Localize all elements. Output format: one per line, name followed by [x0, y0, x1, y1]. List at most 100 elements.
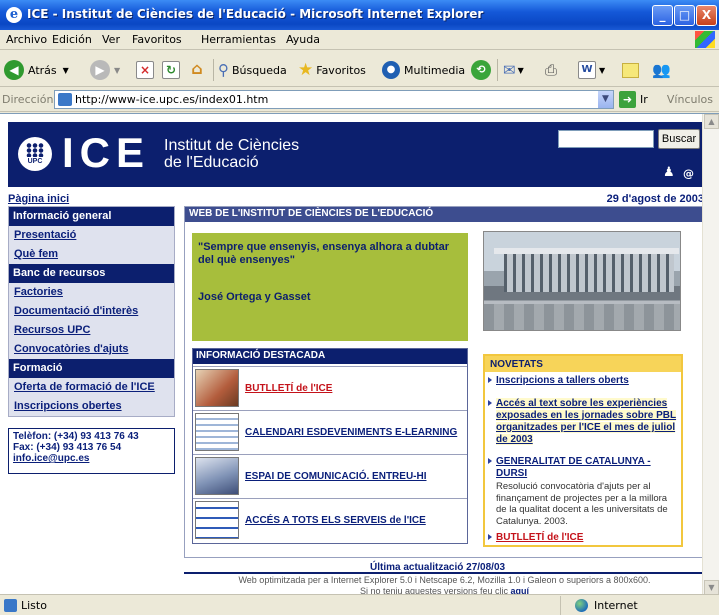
multimedia-button[interactable]: ● Multimedia — [382, 59, 465, 81]
ie-logo-icon: e — [6, 7, 22, 23]
nav-item-que-fem[interactable]: Què fem — [9, 245, 174, 264]
featured-link-espai[interactable]: ESPAI DE COMUNICACIÓ. ENTREU-HI — [245, 471, 427, 482]
forward-button[interactable]: ▶ ▼ — [90, 59, 120, 81]
news-item[interactable]: Accés al text sobre les experiències exp… — [485, 395, 681, 448]
messenger-icon: 👥 — [652, 61, 671, 79]
bulletin-thumbnail — [195, 369, 239, 407]
mail-button[interactable]: ✉ ▼ — [503, 59, 524, 81]
chevron-down-icon: ▼ — [114, 65, 121, 75]
toolbar-separator — [497, 59, 498, 81]
favorites-label: Favoritos — [316, 63, 366, 77]
go-button[interactable]: ➜ Ir — [619, 91, 648, 108]
go-arrow-icon: ➜ — [619, 91, 636, 108]
news-link-inscripcions[interactable]: Inscripcions a tallers oberts — [496, 375, 629, 386]
featured-link-calendari[interactable]: CALENDARI ESDEVENIMENTS E-LEARNING — [245, 427, 457, 438]
minimize-button[interactable]: _ — [652, 5, 673, 26]
nav-item-convocatories[interactable]: Convocatòries d'ajuts — [9, 340, 174, 359]
quote-text: "Sempre que ensenyis, ensenya alhora a d… — [198, 241, 449, 266]
maximize-button[interactable]: □ — [674, 5, 695, 26]
featured-row[interactable]: CALENDARI ESDEVENIMENTS E-LEARNING — [193, 410, 467, 454]
vertical-scrollbar[interactable]: ▲ ▼ — [702, 114, 719, 594]
contact-phone: Telèfon: (+34) 93 413 76 43 — [13, 431, 139, 442]
scroll-up-button[interactable]: ▲ — [704, 114, 719, 129]
ice-logo[interactable]: ICE — [62, 132, 150, 174]
menu-ver[interactable]: Ver — [102, 33, 120, 46]
bullet-triangle-icon — [488, 534, 492, 540]
compat-here-link[interactable]: aquí — [511, 586, 530, 594]
footer-divider — [184, 572, 704, 574]
address-input[interactable]: http://www-ice.upc.es/index01.htm ▼ — [54, 90, 614, 109]
discuss-button[interactable] — [622, 59, 639, 81]
menu-bar: Archivo Edición Ver Favoritos Herramient… — [0, 30, 719, 50]
favorites-button[interactable]: ★ Favoritos — [298, 59, 366, 81]
menu-archivo[interactable]: Archivo — [6, 33, 47, 46]
news-link-butlleti[interactable]: BUTLLETÍ de l'ICE — [496, 532, 583, 543]
address-bar: Dirección http://www-ice.upc.es/index01.… — [0, 88, 719, 112]
nav-item-factories[interactable]: Factories — [9, 283, 174, 302]
search-icon: ⚲ — [218, 61, 229, 79]
featured-row[interactable]: BUTLLETÍ de l'ICE — [193, 366, 467, 410]
edit-button[interactable]: W ▼ — [578, 59, 605, 81]
bullet-triangle-icon — [488, 377, 492, 383]
institute-name: Institut de Ciències de l'Educació — [164, 137, 299, 171]
news-link-dursi[interactable]: GENERALITAT DE CATALUNYA - DURSI — [496, 456, 651, 479]
search-label: Búsqueda — [232, 63, 287, 77]
chevron-down-icon: ▼ — [599, 65, 606, 75]
back-arrow-icon: ◀ — [4, 60, 24, 80]
star-icon: ★ — [298, 60, 314, 80]
history-button[interactable]: ⟲ — [471, 59, 495, 81]
featured-row[interactable]: ESPAI DE COMUNICACIÓ. ENTREU-HI — [193, 454, 467, 498]
back-button[interactable]: ◀ Atrás ▼ — [4, 59, 69, 81]
news-item[interactable]: BUTLLETÍ de l'ICE — [485, 529, 681, 546]
featured-row[interactable]: ACCÉS A TOTS ELS SERVEIS de l'ICE — [193, 498, 467, 542]
nav-section-banc-recursos: Banc de recursos — [9, 264, 174, 283]
quote-author: José Ortega y Gasset — [198, 291, 311, 303]
upc-logo[interactable]: UPC — [18, 137, 52, 171]
close-button[interactable]: X — [696, 5, 717, 26]
menu-edicion[interactable]: Edición — [52, 33, 92, 46]
menu-ayuda[interactable]: Ayuda — [286, 33, 320, 46]
nav-item-recursos-upc[interactable]: Recursos UPC — [9, 321, 174, 340]
status-text: Listo — [21, 599, 47, 612]
home-button[interactable]: ⌂ — [188, 59, 206, 81]
communication-thumbnail — [195, 457, 239, 495]
search-button[interactable]: ⚲ Búsqueda — [218, 59, 287, 81]
news-item[interactable]: Inscripcions a tallers oberts — [485, 372, 681, 389]
print-button[interactable]: ⎙ — [545, 59, 557, 81]
home-link[interactable]: Pàgina inici — [8, 193, 69, 205]
toolbar-separator — [213, 59, 214, 81]
media-icon: ● — [382, 61, 400, 79]
upc-dots-icon — [26, 143, 44, 157]
menu-favoritos[interactable]: Favoritos — [132, 33, 182, 46]
mail-icon: ✉ — [503, 61, 516, 79]
main-header: WEB DE L'INSTITUT DE CIÈNCIES DE L'EDUCA… — [185, 207, 703, 222]
contact-email-link[interactable]: info.ice@upc.es — [13, 453, 170, 464]
nav-item-oferta-formacio[interactable]: Oferta de formació de l'ICE — [9, 378, 174, 397]
menu-herramientas[interactable]: Herramientas — [201, 33, 276, 46]
news-link-pbl[interactable]: Accés al text sobre les experiències exp… — [496, 398, 677, 445]
zone-text: Internet — [594, 599, 638, 612]
site-search-input[interactable] — [558, 130, 654, 148]
address-dropdown-button[interactable]: ▼ — [598, 91, 613, 108]
person-icon[interactable]: ♟ — [663, 165, 675, 180]
messenger-button[interactable]: 👥 — [652, 59, 671, 81]
scroll-down-button[interactable]: ▼ — [704, 580, 719, 594]
nav-item-presentacio[interactable]: Presentació — [9, 226, 174, 245]
refresh-button[interactable]: ↻ — [162, 59, 180, 81]
links-button[interactable]: Vínculos — [667, 93, 713, 106]
go-label: Ir — [640, 93, 648, 106]
upc-logo-text: UPC — [27, 158, 43, 165]
forward-arrow-icon: ▶ — [90, 60, 110, 80]
nav-item-documentacio[interactable]: Documentació d'interès — [9, 302, 174, 321]
site-search-button[interactable]: Buscar — [658, 129, 700, 149]
page-date: 29 d'agost de 2003 — [606, 193, 704, 205]
nav-item-inscripcions[interactable]: Inscripcions obertes — [9, 397, 174, 416]
history-icon: ⟲ — [471, 60, 491, 80]
bullet-triangle-icon — [488, 458, 492, 464]
compat-note-2: Si no teniu aquestes versions feu clic a… — [185, 586, 704, 594]
news-item[interactable]: GENERALITAT DE CATALUNYA - DURSI Resoluc… — [485, 453, 681, 529]
featured-link-butlleti[interactable]: BUTLLETÍ de l'ICE — [245, 383, 332, 394]
stop-button[interactable]: × — [136, 59, 154, 81]
featured-link-serveis[interactable]: ACCÉS A TOTS ELS SERVEIS de l'ICE — [245, 515, 426, 526]
email-icon[interactable]: @ — [683, 167, 694, 180]
